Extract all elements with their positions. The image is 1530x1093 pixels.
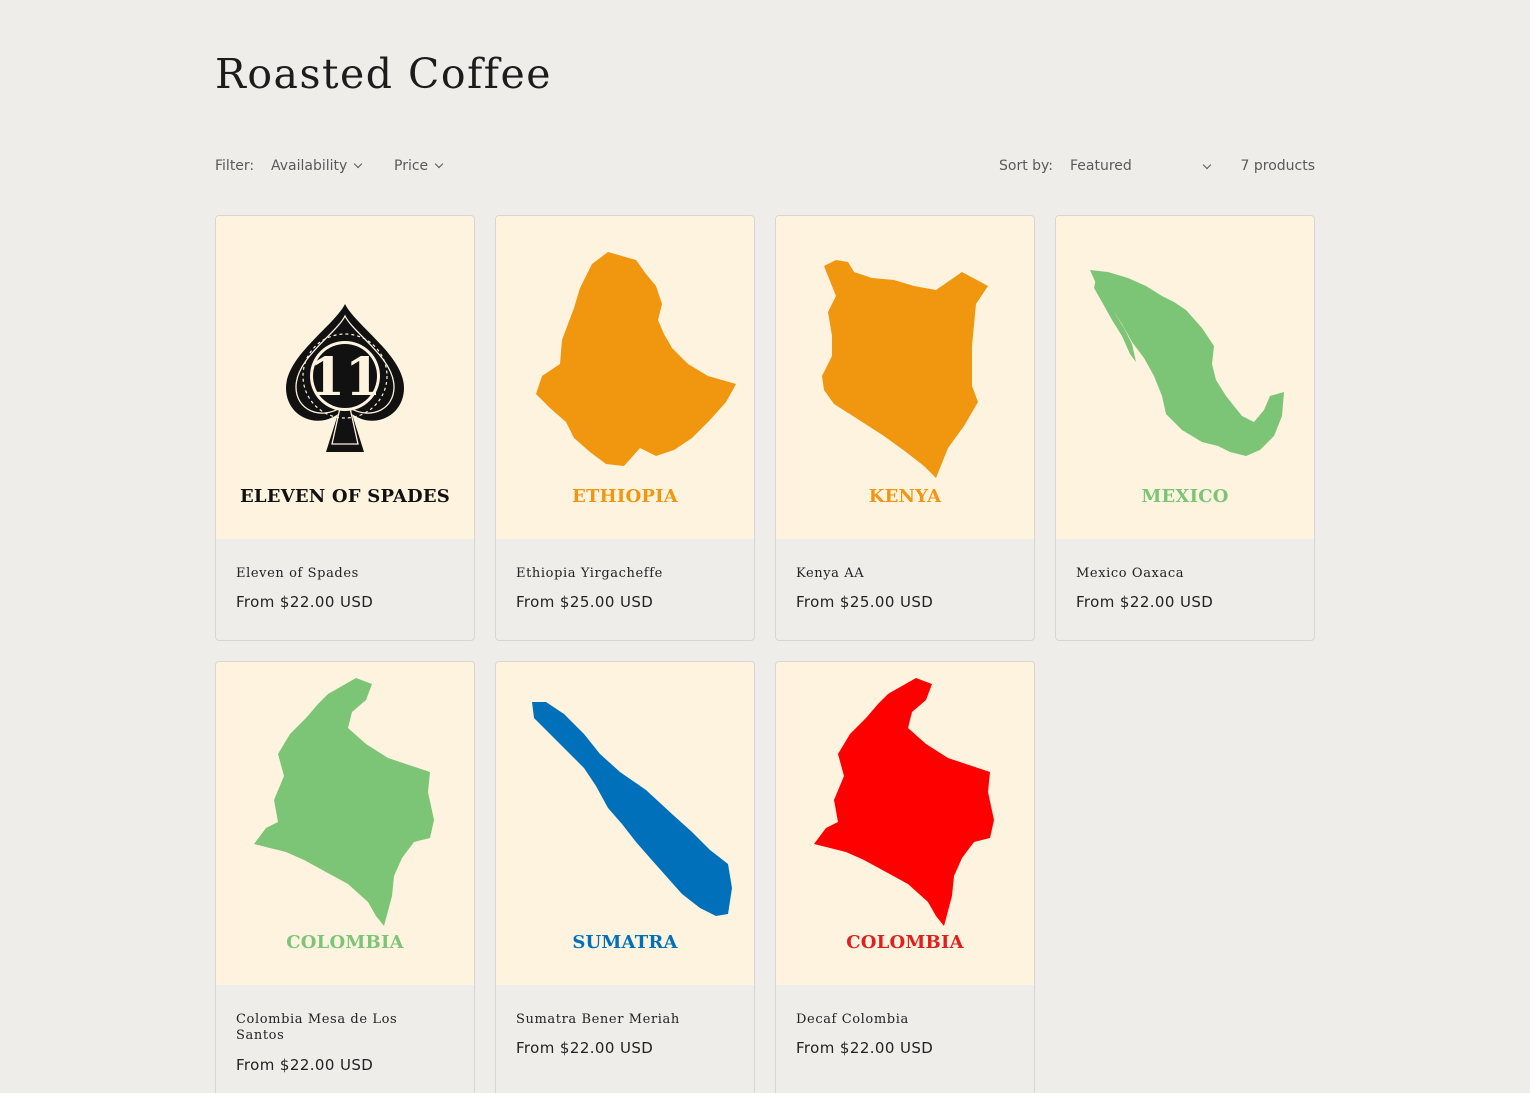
product-title[interactable]: Sumatra Bener Meriah bbox=[516, 1012, 726, 1028]
product-card[interactable]: ETHIOPIA Ethiopia Yirgacheffe From $25.0… bbox=[495, 215, 755, 641]
availability-filter-label: Availability bbox=[271, 158, 348, 174]
sort-select[interactable]: Featured bbox=[1070, 158, 1212, 174]
product-price: From $25.00 USD bbox=[796, 593, 934, 611]
product-image[interactable]: COLOMBIA bbox=[776, 662, 1034, 985]
product-image-label: COLOMBIA bbox=[846, 932, 964, 953]
product-image[interactable]: ETHIOPIA bbox=[496, 216, 754, 539]
product-price: From $22.00 USD bbox=[796, 1039, 934, 1057]
product-image[interactable]: KENYA bbox=[776, 216, 1034, 539]
product-card[interactable]: COLOMBIA Decaf Colombia From $22.00 USD bbox=[775, 661, 1035, 1093]
product-image-label: ETHIOPIA bbox=[572, 486, 678, 507]
product-image-label: MEXICO bbox=[1141, 486, 1229, 507]
product-image-label: KENYA bbox=[868, 486, 942, 507]
sort-label: Sort by: bbox=[999, 158, 1054, 174]
product-price: From $22.00 USD bbox=[236, 593, 374, 611]
product-title[interactable]: Mexico Oaxaca bbox=[1076, 566, 1286, 582]
product-title[interactable]: Ethiopia Yirgacheffe bbox=[516, 566, 726, 582]
product-price: From $22.00 USD bbox=[516, 1039, 654, 1057]
sort-select-value: Featured bbox=[1070, 158, 1132, 174]
product-image[interactable]: COLOMBIA bbox=[216, 662, 474, 985]
product-image-label: COLOMBIA bbox=[286, 932, 404, 953]
product-card[interactable]: MEXICO Mexico Oaxaca From $22.00 USD bbox=[1055, 215, 1315, 641]
price-filter[interactable]: Price bbox=[394, 158, 444, 174]
product-card[interactable]: COLOMBIA Colombia Mesa de Los Santos Fro… bbox=[215, 661, 475, 1093]
product-title[interactable]: Kenya AA bbox=[796, 566, 1006, 582]
product-image[interactable]: MEXICO bbox=[1056, 216, 1314, 539]
page-title: Roasted Coffee bbox=[215, 50, 552, 98]
product-image-label: ELEVEN OF SPADES bbox=[240, 486, 450, 507]
product-price: From $25.00 USD bbox=[516, 593, 654, 611]
chevron-down-icon bbox=[1202, 160, 1212, 170]
filter-toolbar: Filter: Availability Price Sort by: Feat… bbox=[215, 158, 1315, 178]
product-title[interactable]: Colombia Mesa de Los Santos bbox=[236, 1012, 446, 1044]
spade-number: 11 bbox=[309, 347, 381, 408]
product-image-label: SUMATRA bbox=[572, 932, 678, 953]
product-price: From $22.00 USD bbox=[236, 1056, 374, 1074]
product-image[interactable]: 11 ELEVEN OF SPADES bbox=[216, 216, 474, 539]
product-title[interactable]: Decaf Colombia bbox=[796, 1012, 1006, 1028]
collection-page: Roasted Coffee Filter: Availability Pric… bbox=[0, 0, 1530, 1093]
price-filter-label: Price bbox=[394, 158, 429, 174]
product-card[interactable]: KENYA Kenya AA From $25.00 USD bbox=[775, 215, 1035, 641]
product-image[interactable]: SUMATRA bbox=[496, 662, 754, 985]
product-count: 7 products bbox=[1240, 158, 1316, 174]
product-card[interactable]: SUMATRA Sumatra Bener Meriah From $22.00… bbox=[495, 661, 755, 1093]
chevron-down-icon bbox=[354, 159, 363, 169]
filter-label: Filter: bbox=[215, 158, 255, 174]
product-card[interactable]: 11 ELEVEN OF SPADES Eleven of Spades Fro… bbox=[215, 215, 475, 641]
chevron-down-icon bbox=[434, 159, 444, 169]
product-price: From $22.00 USD bbox=[1076, 593, 1214, 611]
availability-filter[interactable]: Availability bbox=[271, 158, 363, 174]
product-title[interactable]: Eleven of Spades bbox=[236, 566, 446, 582]
